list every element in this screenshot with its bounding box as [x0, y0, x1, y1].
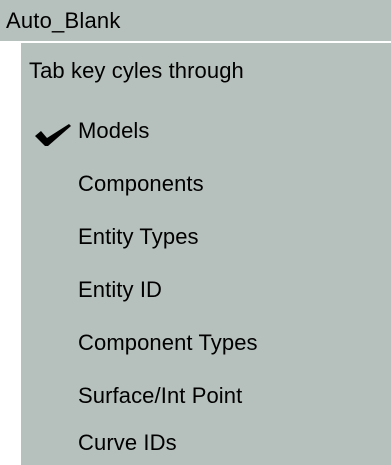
- menu-item-label: Curve IDs: [78, 430, 177, 455]
- menu-item-entity-types[interactable]: Entity Types: [21, 217, 391, 257]
- tab-cycle-menu: Tab key cyles through Models Components …: [19, 41, 391, 465]
- menu-item-label: Models: [78, 118, 150, 143]
- menu-item-curve-ids[interactable]: Curve IDs: [21, 423, 391, 463]
- window-title: Auto_Blank: [0, 0, 391, 41]
- menu-item-entity-id[interactable]: Entity ID: [21, 270, 391, 310]
- menu-item-components[interactable]: Components: [21, 164, 391, 204]
- menu-item-label: Component Types: [78, 330, 258, 355]
- menu-header: Tab key cyles through: [29, 58, 244, 83]
- menu-item-label: Entity ID: [78, 277, 163, 302]
- menu-item-component-types[interactable]: Component Types: [21, 323, 391, 363]
- menu-item-models[interactable]: Models: [21, 111, 391, 151]
- auto-blank-window: Auto_Blank Tab key cyles through Models …: [0, 0, 391, 465]
- checkmark-icon: [33, 120, 73, 146]
- menu-item-label: Entity Types: [78, 224, 199, 249]
- menu-item-surface-int-point[interactable]: Surface/Int Point: [21, 376, 391, 416]
- menu-item-label: Components: [78, 171, 204, 196]
- menu-item-label: Surface/Int Point: [78, 383, 243, 408]
